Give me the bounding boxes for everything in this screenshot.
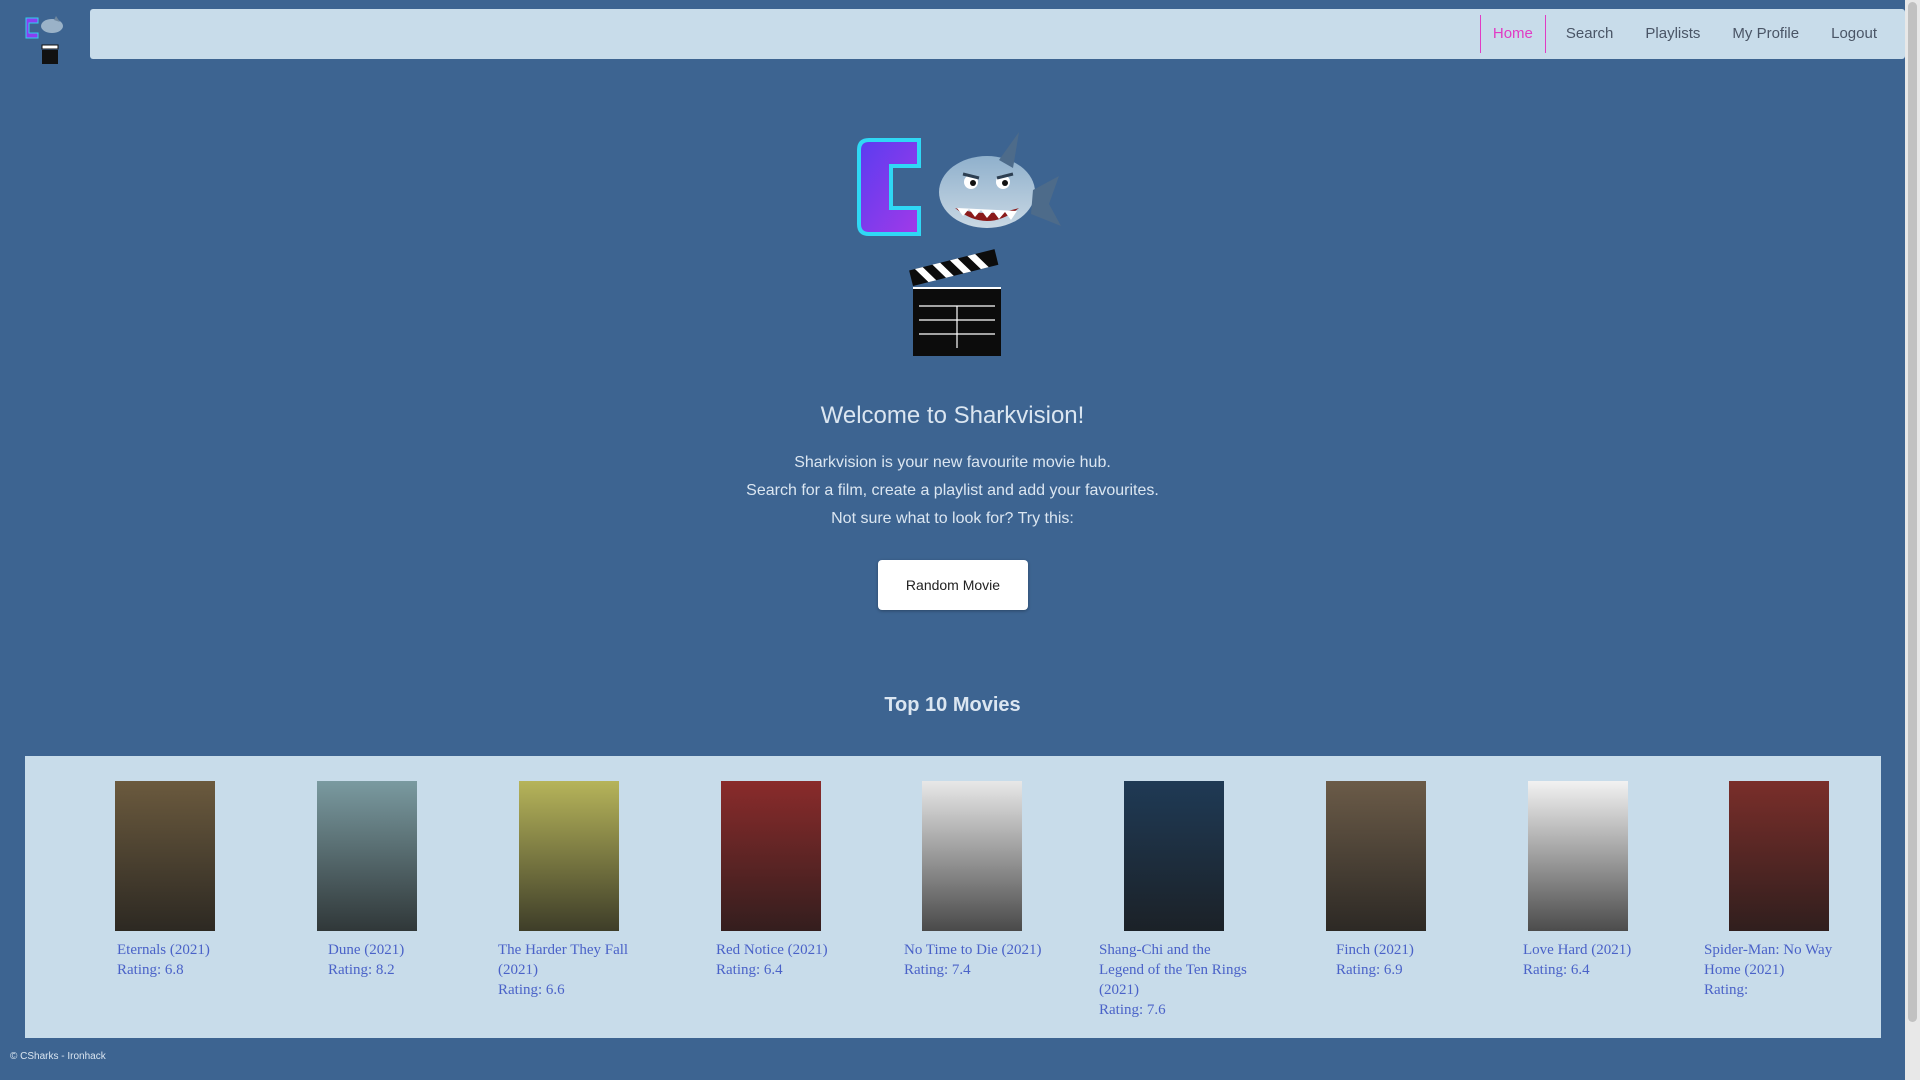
nav-links: Home Search Playlists My Profile Logout (1472, 15, 1889, 53)
footer-copyright: © CSharks - Ironhack (10, 1051, 106, 1062)
movie-title[interactable]: No Time to Die (2021) (904, 940, 1064, 960)
welcome-title: Welcome to Sharkvision! (820, 402, 1085, 429)
scrollbar-thumb[interactable] (1908, 2, 1917, 1022)
top10-movies-panel: Eternals (2021) Rating: 6.8 Dune (2021) … (25, 756, 1881, 1038)
nav-playlists[interactable]: Playlists (1633, 15, 1712, 53)
movie-rating: Rating: 6.6 (498, 982, 565, 998)
movie-rating: Rating: 8.2 (328, 962, 395, 978)
movie-poster[interactable] (115, 781, 215, 931)
random-movie-button[interactable]: Random Movie (878, 560, 1028, 610)
movie-rating: Rating: 7.6 (1099, 1002, 1166, 1018)
top10-title: Top 10 Movies (884, 694, 1021, 716)
intro-line-2: Search for a film, create a playlist and… (746, 482, 1159, 499)
movie-title[interactable]: Eternals (2021) (117, 940, 277, 960)
nav-search[interactable]: Search (1554, 15, 1626, 53)
movie-rating: Rating: 7.4 (904, 962, 971, 978)
movie-rating: Rating: 6.4 (716, 962, 783, 978)
movie-rating: Rating: 6.4 (1523, 962, 1590, 978)
site-logo[interactable] (20, 12, 70, 68)
movie-poster[interactable] (1729, 781, 1829, 931)
movie-poster[interactable] (721, 781, 821, 931)
page-scrollbar[interactable] (1905, 0, 1920, 1080)
movie-poster[interactable] (922, 781, 1022, 931)
nav-logout[interactable]: Logout (1819, 15, 1889, 53)
movie-title[interactable]: Red Notice (2021) (716, 940, 876, 960)
intro-line-3: Not sure what to look for? Try this: (831, 510, 1074, 527)
movie-title[interactable]: Love Hard (2021) (1523, 940, 1683, 960)
movie-title[interactable]: Dune (2021) (328, 940, 488, 960)
movie-poster[interactable] (1326, 781, 1426, 931)
movie-poster[interactable] (1528, 781, 1628, 931)
movie-title[interactable]: The Harder They Fall (2021) (498, 940, 648, 980)
movie-rating: Rating: 6.8 (117, 962, 184, 978)
movie-title[interactable]: Finch (2021) (1336, 940, 1496, 960)
nav-home[interactable]: Home (1479, 15, 1546, 53)
movie-title[interactable]: Spider-Man: No Way Home (2021) (1704, 940, 1849, 980)
intro-line-1: Sharkvision is your new favourite movie … (794, 454, 1111, 471)
movie-rating: Rating: (1704, 982, 1749, 998)
movie-title[interactable]: Shang-Chi and the Legend of the Ten Ring… (1099, 940, 1259, 1000)
movie-poster[interactable] (317, 781, 417, 931)
movie-rating: Rating: 6.9 (1336, 962, 1403, 978)
movie-poster[interactable] (1124, 781, 1224, 931)
navbar: Home Search Playlists My Profile Logout (90, 9, 1905, 59)
hero-logo (847, 130, 1067, 360)
movie-poster[interactable] (519, 781, 619, 931)
nav-my-profile[interactable]: My Profile (1720, 15, 1811, 53)
